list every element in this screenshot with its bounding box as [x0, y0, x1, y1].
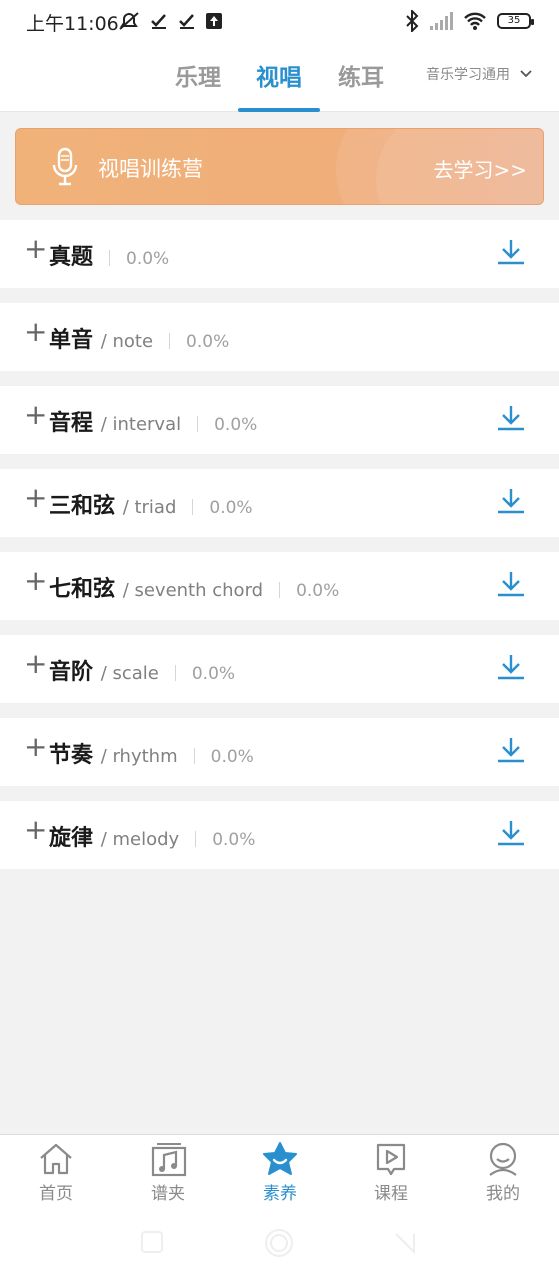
category-name: 七和弦 — [49, 577, 116, 602]
category-row-seventh-chord[interactable]: + 七和弦 / seventh chord 0.0% — [0, 552, 559, 620]
system-nav-bar — [0, 1210, 559, 1280]
upload-icon — [206, 13, 222, 29]
download-icon[interactable] — [496, 653, 526, 681]
progress-percent: 0.0% — [209, 498, 253, 518]
bluetooth-icon — [406, 10, 419, 32]
mute-icon — [119, 12, 139, 30]
expand-icon[interactable]: + — [24, 400, 47, 430]
go-study-link[interactable]: 去学习>> — [433, 154, 527, 183]
progress-percent: 0.0% — [186, 332, 230, 352]
download-icon[interactable] — [496, 819, 526, 847]
bottom-nav: 首页 谱夹 素养 课程 我的 — [0, 1134, 559, 1210]
expand-icon[interactable]: + — [24, 815, 47, 845]
category-english: / melody — [100, 829, 180, 850]
category-english: / note — [100, 331, 154, 352]
progress-percent: 0.0% — [214, 415, 258, 435]
microphone-icon — [52, 147, 78, 186]
category-row-note[interactable]: + 单音 / note 0.0% — [0, 303, 559, 371]
nav-score-folder-label: 谱夹 — [151, 1184, 185, 1204]
download-icon[interactable] — [496, 736, 526, 764]
download-icon[interactable] — [496, 570, 526, 598]
category-english: / interval — [100, 414, 182, 435]
progress-percent: 0.0% — [191, 664, 236, 684]
tab-sight-singing[interactable]: 视唱 — [239, 58, 319, 92]
nav-literacy[interactable]: 素养 — [240, 1141, 320, 1204]
play-course-icon — [376, 1143, 406, 1176]
status-bar: 上午11:06 35 — [0, 0, 559, 42]
nav-courses-label: 课程 — [374, 1184, 408, 1204]
expand-icon[interactable]: + — [24, 317, 47, 347]
back-icon[interactable] — [392, 1230, 418, 1256]
expand-icon[interactable]: + — [24, 732, 47, 762]
category-name: 节奏 — [49, 743, 94, 768]
category-name: 三和弦 — [49, 494, 116, 519]
profile-icon — [489, 1142, 517, 1176]
category-row-scale[interactable]: + 音阶 / scale 0.0% — [0, 635, 559, 703]
category-english: / scale — [100, 663, 159, 684]
category-english: / triad — [122, 497, 177, 518]
expand-icon[interactable]: + — [24, 234, 47, 264]
category-english: / seventh chord — [122, 580, 264, 601]
active-tab-indicator — [238, 108, 320, 112]
nav-literacy-label: 素养 — [263, 1184, 297, 1204]
category-name: 真题 — [49, 245, 94, 270]
category-name: 旋律 — [49, 826, 94, 851]
category-row-rhythm[interactable]: + 节奏 / rhythm 0.0% — [0, 718, 559, 786]
wifi-icon — [464, 12, 486, 30]
download-icon[interactable] — [496, 487, 526, 515]
expand-icon[interactable]: + — [24, 566, 47, 596]
category-english: / rhythm — [100, 746, 178, 767]
tab-music-theory[interactable]: 乐理 — [158, 58, 238, 92]
category-name: 音程 — [49, 411, 94, 436]
progress-percent: 0.0% — [296, 581, 340, 601]
level-dropdown[interactable]: 音乐学习通用 — [426, 64, 532, 84]
progress-percent: 0.0% — [126, 249, 170, 269]
nav-home[interactable]: 首页 — [16, 1141, 96, 1204]
nav-score-folder[interactable]: 谱夹 — [128, 1141, 208, 1204]
training-camp-banner[interactable]: 视唱训练营 去学习>> — [15, 128, 544, 205]
progress-percent: 0.0% — [212, 830, 256, 850]
download-icon[interactable] — [496, 404, 526, 432]
check-icon — [179, 14, 194, 29]
tab-ear-training[interactable]: 练耳 — [321, 58, 401, 92]
banner-title: 视唱训练营 — [98, 157, 203, 181]
progress-percent: 0.0% — [210, 747, 254, 767]
nav-profile[interactable]: 我的 — [463, 1141, 543, 1204]
category-row-interval[interactable]: + 音程 / interval 0.0% — [0, 386, 559, 454]
music-folder-icon — [151, 1143, 187, 1177]
status-time: 上午11:06 — [26, 13, 119, 35]
check-icon — [151, 14, 166, 29]
expand-icon[interactable]: + — [24, 483, 47, 513]
nav-profile-label: 我的 — [486, 1184, 520, 1204]
home-button-icon[interactable] — [264, 1228, 294, 1258]
recent-apps-icon[interactable] — [140, 1230, 164, 1254]
nav-home-label: 首页 — [39, 1184, 73, 1204]
category-name: 音阶 — [49, 660, 94, 685]
download-icon[interactable] — [496, 238, 526, 266]
signal-icon — [430, 12, 453, 30]
chevron-down-icon — [520, 70, 532, 78]
category-row-melody[interactable]: + 旋律 / melody 0.0% — [0, 801, 559, 869]
star-icon — [263, 1142, 297, 1175]
nav-courses[interactable]: 课程 — [351, 1141, 431, 1204]
home-icon — [40, 1143, 72, 1175]
battery-icon: 35 — [497, 13, 534, 29]
expand-icon[interactable]: + — [24, 649, 47, 679]
level-dropdown-label: 音乐学习通用 — [426, 67, 510, 83]
top-nav: 乐理 视唱 练耳 音乐学习通用 — [0, 42, 559, 112]
category-row-real-exam[interactable]: + 真题 0.0% — [0, 220, 559, 288]
category-row-triad[interactable]: + 三和弦 / triad 0.0% — [0, 469, 559, 537]
category-name: 单音 — [49, 328, 94, 353]
